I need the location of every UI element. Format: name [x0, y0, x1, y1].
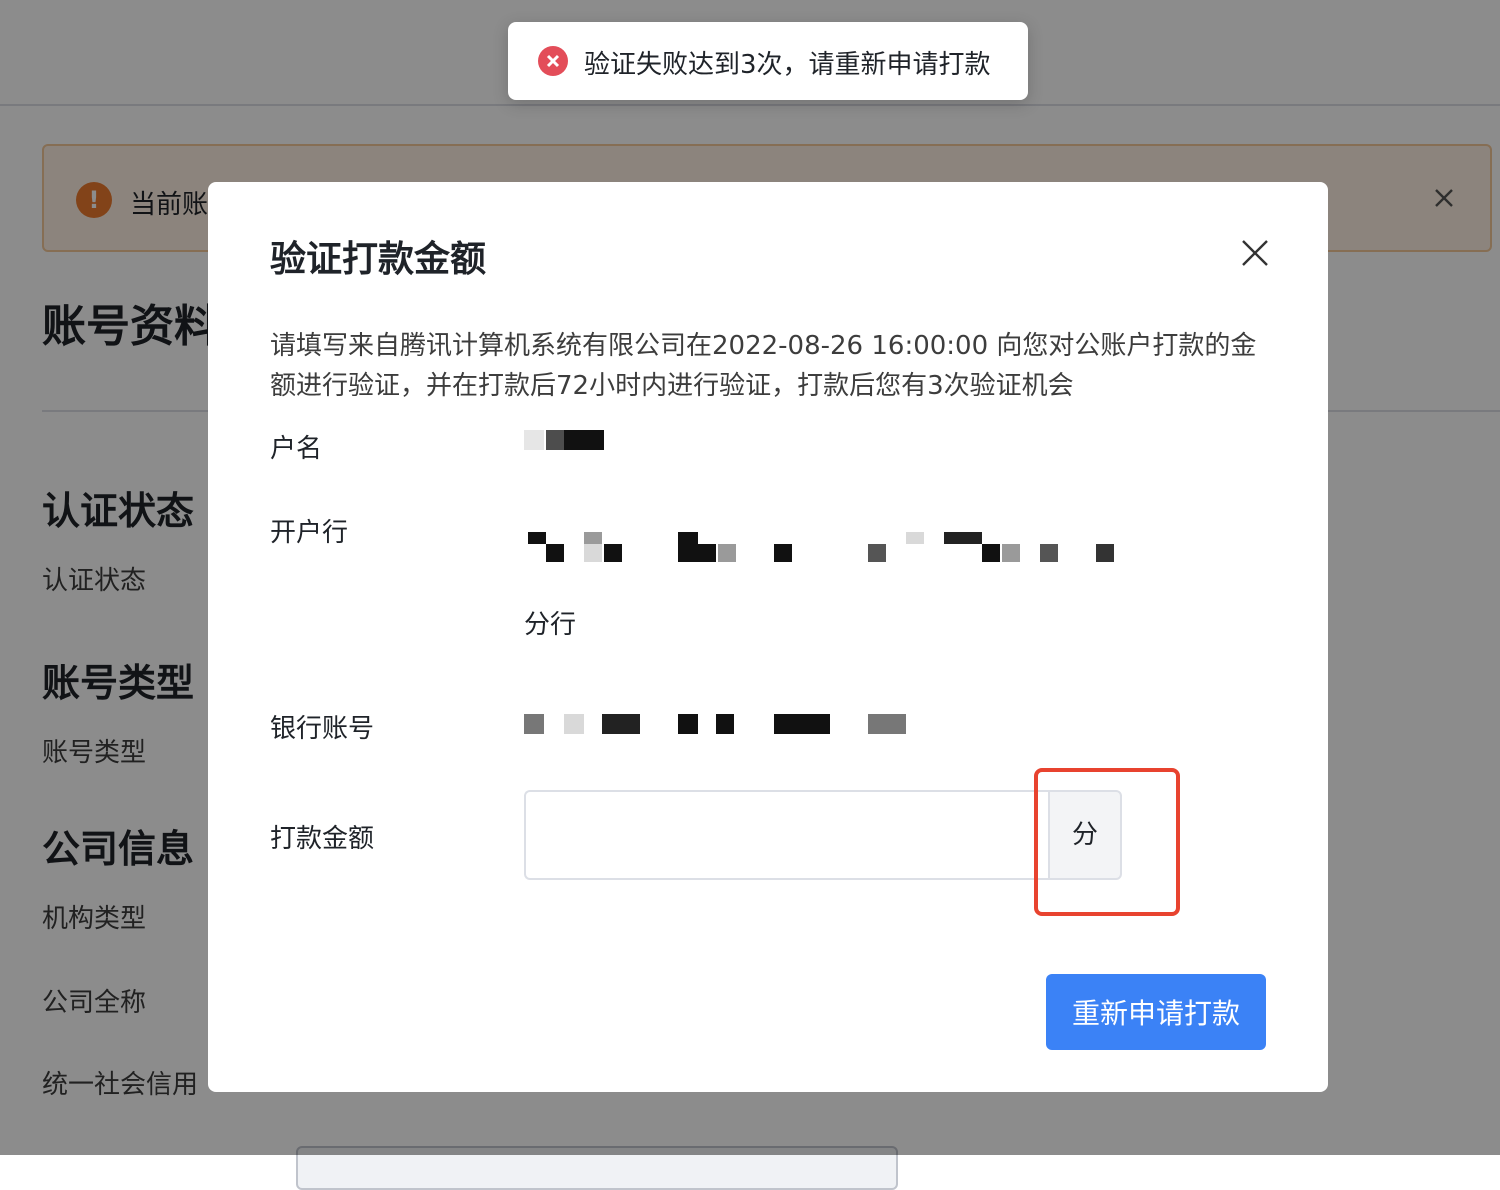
account-name-masked: [524, 426, 614, 454]
amount-unit: 分: [1048, 790, 1122, 880]
close-icon[interactable]: [1240, 238, 1270, 268]
amount-label: 打款金额: [270, 824, 375, 854]
error-icon: [538, 46, 568, 76]
account-number-masked: [524, 712, 910, 736]
amount-input[interactable]: [524, 790, 1052, 880]
toast-message: 验证失败达到3次，请重新申请打款: [584, 50, 991, 80]
error-toast: 验证失败达到3次，请重新申请打款: [508, 22, 1028, 100]
bank-label: 开户行: [270, 518, 349, 548]
verify-amount-dialog: 验证打款金额 请填写来自腾讯计算机系统有限公司在2022-08-26 16:00…: [208, 182, 1328, 1092]
reapply-payment-button[interactable]: 重新申请打款: [1046, 974, 1266, 1050]
amount-input-group: 分: [524, 790, 1122, 880]
account-number-label: 银行账号: [270, 714, 375, 744]
dialog-title: 验证打款金额: [270, 239, 487, 280]
dialog-description: 请填写来自腾讯计算机系统有限公司在2022-08-26 16:00:00 向您对…: [270, 331, 1257, 401]
bank-name-masked: [524, 530, 1124, 564]
account-name-label: 户名: [270, 434, 323, 464]
bank-branch-suffix: 分行: [524, 610, 577, 640]
